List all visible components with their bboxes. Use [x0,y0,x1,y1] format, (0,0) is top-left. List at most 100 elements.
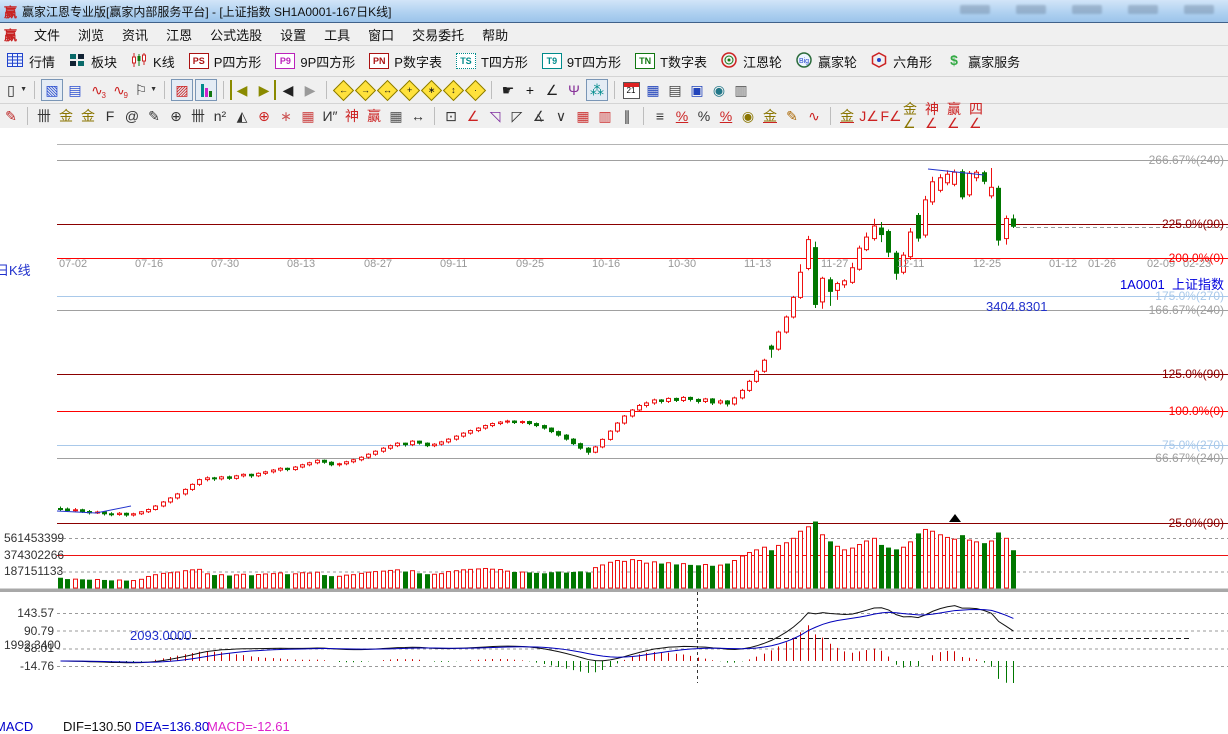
color-volume-button[interactable] [195,79,217,101]
t-number-table-button[interactable]: TNT数字表 [628,48,714,74]
percent-line-tool[interactable]: % [672,106,692,126]
menu-item-江恩[interactable]: 江恩 [157,26,201,45]
menu-item-资讯[interactable]: 资讯 [113,26,157,45]
sector-button[interactable]: 板块 [62,48,124,74]
t-square-button[interactable]: TST四方形 [449,48,535,74]
shen-ruler-tool[interactable]: 神 [342,106,362,126]
menu-item-公式选股[interactable]: 公式选股 [201,26,271,45]
brush-tool[interactable]: ✎ [1,106,21,126]
gann-wheel-button[interactable]: 江恩轮 [714,48,789,74]
kline-button[interactable]: K线 [124,48,182,74]
hand-tool-button[interactable]: ☛ [498,80,518,100]
diamond-updown-button[interactable]: ↕ [443,80,463,100]
export-web-button[interactable]: ◉ [709,80,729,100]
winner-wheel-button[interactable]: Big赢家轮 [789,48,864,74]
wave3-button[interactable]: ∿3 [87,80,107,100]
ying-angle-tool[interactable]: 赢∠ [947,106,967,126]
wave9-button[interactable]: ∿9 [109,80,129,100]
tick-ruler2-tool[interactable]: 卌 [188,106,208,126]
kline-style-button[interactable]: ▯▼ [1,80,21,100]
gold-circle-tool[interactable]: ◉ [738,106,758,126]
menu-item-设置[interactable]: 设置 [271,26,315,45]
flag-pencil-tool[interactable]: ✎ [782,106,802,126]
p-square-button[interactable]: PSP四方形 [182,48,269,74]
j-angle-tool[interactable]: J∠ [859,106,879,126]
ying-ruler-tool[interactable]: 赢 [364,106,384,126]
menu-item-浏览[interactable]: 浏览 [69,26,113,45]
wave-tool[interactable]: ∿ [804,106,824,126]
winner-service-button[interactable]: $赢家服务 [939,48,1027,74]
crosshair-button[interactable]: + [520,80,540,100]
info-note-button[interactable]: ▤ [65,80,85,100]
fan-box2-tool[interactable]: ◸ [507,106,527,126]
diamond-lr-button[interactable]: ↔ [377,80,397,100]
diamond-compress-button[interactable]: + [399,80,419,100]
calculator-button[interactable]: ▦ [643,80,663,100]
v-lines-tool[interactable]: ∨ [551,106,571,126]
red-fan-tool[interactable]: ∠ [463,106,483,126]
gann-box-button[interactable]: Ψ [564,80,584,100]
print-button[interactable]: ▥ [731,80,751,100]
parallel-lines-tool[interactable]: ∥ [617,106,637,126]
red-grid-tool[interactable]: ▦ [573,106,593,126]
chart-area[interactable]: 日K线 1A0001 上证指数 1992.3400 2093.0000 3404… [0,128,1228,683]
title-bar[interactable]: 赢 赢家江恩专业版[赢家内部服务平台] - [上证指数 SH1A0001-167… [0,0,1228,23]
f-ruler-tool[interactable]: F [100,106,120,126]
prev-bar-button[interactable]: ◀ [278,80,298,100]
gold-angle-tool[interactable]: 金∠ [903,106,923,126]
nine-p-square-button[interactable]: P99P四方形 [268,48,362,74]
smart-mode-button[interactable]: ⁂ [586,79,608,101]
menu-item-工具[interactable]: 工具 [315,26,359,45]
flag-tool-button[interactable]: ⚐▼ [131,80,151,100]
diamond-left-button[interactable]: ← [333,80,353,100]
red-grid2-tool[interactable]: ▥ [595,106,615,126]
n-squared-tool[interactable]: n² [210,106,230,126]
gold-ruler-tool[interactable]: 金 [56,106,76,126]
shen-angle-tool[interactable]: 神∠ [925,106,945,126]
gold-underline-tool[interactable]: 金 [837,106,857,126]
price-table-tool[interactable]: ≡ [650,106,670,126]
quote-mark-tool[interactable]: И″ [320,106,340,126]
calendar-button[interactable]: 21 [621,80,641,100]
box-frame-tool[interactable]: ⊡ [441,106,461,126]
menu-item-文件[interactable]: 文件 [25,26,69,45]
first-page-button[interactable]: ◀ [230,80,252,100]
nine-t-square-button[interactable]: T99T四方形 [535,48,628,74]
dial-tool[interactable]: ⊕ [166,106,186,126]
p-number-table-button[interactable]: PNP数字表 [362,48,449,74]
menu-item-帮助[interactable]: 帮助 [473,26,517,45]
tick-ruler-tool[interactable]: 卌 [34,106,54,126]
f-angle-tool[interactable]: F∠ [881,106,901,126]
region-select-button[interactable]: ▧ [41,79,63,101]
spiral-tool[interactable]: @ [122,106,142,126]
triangle-flag-tool[interactable]: ◭ [232,106,252,126]
si-angle-tool[interactable]: 四∠ [969,106,989,126]
gold-ruler2-tool[interactable]: 金 [78,106,98,126]
grid-web-tool[interactable]: ▦ [298,106,318,126]
fan-box-tool[interactable]: ◹ [485,106,505,126]
kline-chart[interactable] [0,128,1228,683]
gold-level-tool[interactable]: 金 [760,106,780,126]
pencil-tool[interactable]: ✎ [144,106,164,126]
market-quotes-button[interactable]: 行情 [0,48,62,74]
memo-button[interactable]: ▤ [665,80,685,100]
last-page-button[interactable]: ▶ [254,80,276,100]
save-button[interactable]: ▣ [687,80,707,100]
diamond-right-button[interactable]: → [355,80,375,100]
grid-number-tool[interactable]: ▦ [386,106,406,126]
gann-figure-button[interactable]: ▨ [171,79,193,101]
hexagon-button[interactable]: 六角形 [864,48,939,74]
next-bar-button[interactable]: ▶ [300,80,320,100]
menu-item-交易委托[interactable]: 交易委托 [403,26,473,45]
star-web-tool[interactable]: ∗ [276,106,296,126]
percent-tool[interactable]: % [694,106,714,126]
angle-lines-tool[interactable]: ∡ [529,106,549,126]
span-measure-tool[interactable]: ↔ [408,106,428,126]
angle-measure-button[interactable]: ∠ [542,80,562,100]
diamond-expand-button[interactable]: ∗ [421,80,441,100]
menu-item-窗口[interactable]: 窗口 [359,26,403,45]
percent-level-tool[interactable]: % [716,106,736,126]
diamond-center-button[interactable]: · [465,80,485,100]
circle-cross-tool[interactable]: ⊕ [254,106,274,126]
bigwheel-icon: Big [796,52,813,71]
